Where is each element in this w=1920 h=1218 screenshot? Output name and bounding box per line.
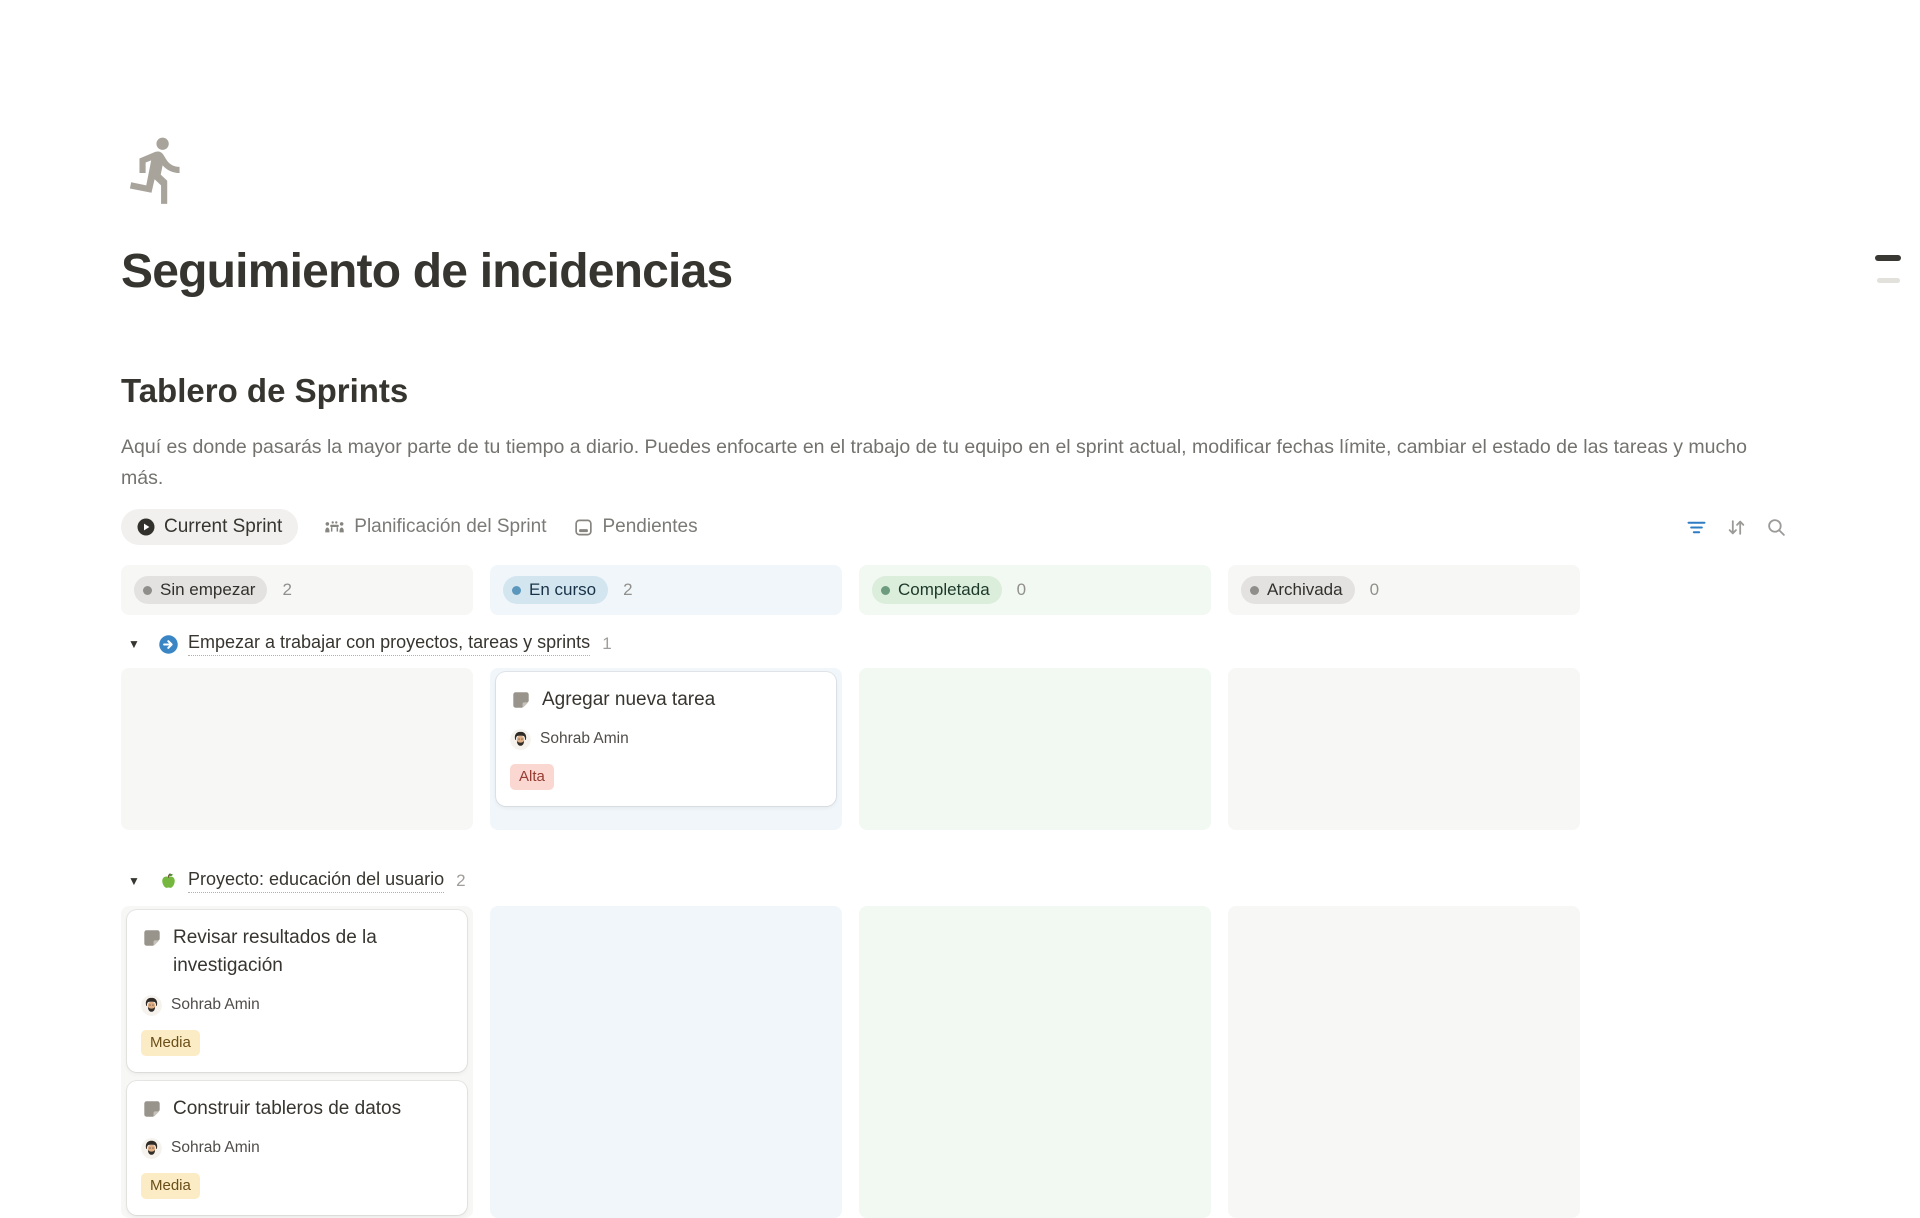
task-page-icon: [141, 1098, 163, 1120]
card-title-row: Agregar nueva tarea: [510, 686, 822, 714]
group-header-getting-started: ▼ Empezar a trabajar con proyectos, tare…: [121, 627, 1580, 661]
page-content: Seguimiento de incidencias Tablero de Sp…: [121, 0, 1787, 1218]
card-assignee: Sohrab Amin: [510, 727, 822, 751]
board-cell-completada: [859, 906, 1211, 1218]
view-tab-label: Planificación del Sprint: [354, 516, 546, 538]
card-title: Revisar resultados de la investigación: [173, 924, 453, 980]
status-pill: Sin empezar: [134, 576, 267, 604]
collapse-triangle-icon[interactable]: ▼: [128, 874, 144, 888]
view-tab-sprint-planning[interactable]: Planificación del Sprint: [324, 516, 546, 538]
collapse-triangle-icon[interactable]: ▼: [128, 637, 144, 651]
board-cell-archivada: [1228, 668, 1580, 830]
assignee-name: Sohrab Amin: [540, 730, 629, 748]
status-label: Archivada: [1267, 580, 1343, 600]
page-icon-runner[interactable]: [121, 133, 195, 207]
card-assignee: Sohrab Amin: [141, 993, 453, 1017]
column-header-completada[interactable]: Completada 0: [859, 565, 1211, 615]
assignee-name: Sohrab Amin: [171, 996, 260, 1014]
view-tabs-bar: Current Sprint Planif: [121, 508, 1787, 546]
status-dot-icon: [143, 586, 152, 595]
task-card[interactable]: Revisar resultados de la investigación: [127, 910, 467, 1072]
view-tab-backlog[interactable]: Pendientes: [573, 516, 698, 538]
section-heading[interactable]: Tablero de Sprints: [121, 370, 1787, 411]
status-dot-icon: [1250, 586, 1259, 595]
status-dot-icon: [512, 586, 521, 595]
card-assignee: Sohrab Amin: [141, 1136, 453, 1160]
priority-tag[interactable]: Media: [141, 1173, 200, 1199]
view-tab-label: Pendientes: [603, 516, 698, 538]
column-header-archivada[interactable]: Archivada 0: [1228, 565, 1580, 615]
task-page-icon: [141, 927, 163, 949]
status-dot-icon: [881, 586, 890, 595]
card-title: Agregar nueva tarea: [542, 686, 715, 714]
column-count: 2: [282, 580, 291, 600]
page-title[interactable]: Seguimiento de incidencias: [121, 243, 1787, 301]
outline-dash-icon: [1877, 278, 1900, 283]
column-header-en-curso[interactable]: En curso 2: [490, 565, 842, 615]
avatar: [141, 995, 162, 1016]
board-cell-sin-empezar: Revisar resultados de la investigación: [121, 906, 473, 1218]
card-title-row: Construir tableros de datos: [141, 1095, 453, 1123]
sprint-board: Sin empezar 2 En curso 2 Completada 0: [121, 565, 1580, 1218]
group-label[interactable]: Empezar a trabajar con proyectos, tareas…: [188, 632, 590, 656]
column-header-sin-empezar[interactable]: Sin empezar 2: [121, 565, 473, 615]
status-label: En curso: [529, 580, 596, 600]
status-pill: Archivada: [1241, 576, 1355, 604]
status-label: Sin empezar: [160, 580, 255, 600]
view-toolbar: [1687, 518, 1787, 537]
board-cell-en-curso: Agregar nueva tarea: [490, 668, 842, 830]
task-page-icon: [510, 689, 532, 711]
column-count: 0: [1017, 580, 1026, 600]
column-count: 2: [623, 580, 632, 600]
play-circle-icon: [137, 518, 155, 536]
view-tabs: Current Sprint Planif: [121, 509, 698, 545]
group-header-proyecto-educacion: ▼ Proyecto: educación del usuario 2: [121, 864, 1580, 898]
board-cell-en-curso: [490, 906, 842, 1218]
priority-tag[interactable]: Media: [141, 1030, 200, 1056]
view-tab-current-sprint[interactable]: Current Sprint: [121, 509, 298, 545]
board-cell-completada: [859, 668, 1211, 830]
section-description[interactable]: Aquí es donde pasarás la mayor parte de …: [121, 432, 1787, 494]
assignee-name: Sohrab Amin: [171, 1139, 260, 1157]
board-row-proyecto-educacion: Revisar resultados de la investigación: [121, 906, 1580, 1218]
green-apple-icon: [158, 871, 179, 892]
task-card[interactable]: Agregar nueva tarea: [496, 672, 836, 806]
sprint-meeting-icon: [324, 517, 345, 538]
search-icon[interactable]: [1767, 518, 1786, 537]
avatar: [141, 1138, 162, 1159]
priority-tag[interactable]: Alta: [510, 764, 554, 790]
outline-dash-icon: [1875, 255, 1901, 261]
filter-icon[interactable]: [1687, 518, 1706, 537]
blue-arrow-circle-icon: [158, 634, 179, 655]
runner-icon: [121, 133, 195, 207]
card-tags: Alta: [510, 764, 822, 790]
status-label: Completada: [898, 580, 990, 600]
column-count: 0: [1370, 580, 1379, 600]
status-pill: En curso: [503, 576, 608, 604]
card-tags: Media: [141, 1030, 453, 1056]
card-tags: Media: [141, 1173, 453, 1199]
task-card[interactable]: Construir tableros de datos: [127, 1081, 467, 1215]
board-row-getting-started: Agregar nueva tarea: [121, 668, 1580, 830]
sort-icon[interactable]: [1727, 518, 1746, 537]
board-header-row: Sin empezar 2 En curso 2 Completada 0: [121, 565, 1580, 615]
group-count: 2: [456, 871, 465, 891]
board-cell-archivada: [1228, 906, 1580, 1218]
group-count: 1: [602, 634, 611, 654]
board-cell-sin-empezar: [121, 668, 473, 830]
card-title: Construir tableros de datos: [173, 1095, 401, 1123]
view-tab-label: Current Sprint: [164, 516, 282, 538]
group-label[interactable]: Proyecto: educación del usuario: [188, 869, 444, 893]
status-pill: Completada: [872, 576, 1002, 604]
backlog-icon: [573, 517, 594, 538]
card-title-row: Revisar resultados de la investigación: [141, 924, 453, 980]
avatar: [510, 729, 531, 750]
page-outline-indicator[interactable]: [1875, 255, 1901, 283]
